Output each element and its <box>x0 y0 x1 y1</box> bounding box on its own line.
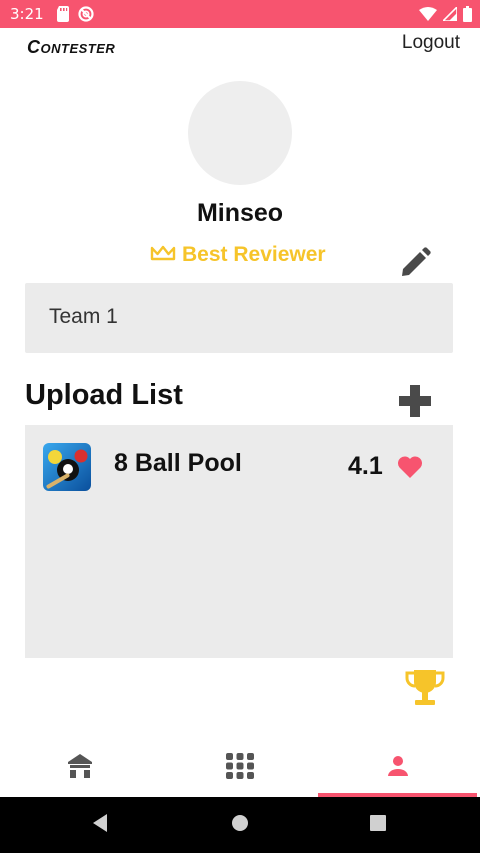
sd-card-icon <box>56 6 70 27</box>
username: Minseo <box>196 199 284 227</box>
back-icon <box>91 813 109 838</box>
system-recents-button[interactable] <box>364 811 392 839</box>
nav-profile[interactable] <box>318 740 478 797</box>
status-bar: 3:21 <box>0 0 480 28</box>
badge-row: Best Reviewer <box>0 243 480 276</box>
recents-icon <box>369 814 387 837</box>
trophy-button[interactable] <box>403 667 447 711</box>
status-time: 3:21 <box>10 5 44 23</box>
upload-list: 8 Ball Pool 4.1 <box>25 425 453 658</box>
home-icon <box>66 752 94 785</box>
team-field[interactable]: Team 1 <box>25 283 453 353</box>
plus-icon <box>397 385 433 423</box>
app-header: Contester Logout <box>0 28 480 64</box>
edit-profile-button[interactable] <box>398 246 432 280</box>
team-label: Team 1 <box>49 305 118 328</box>
grid-icon <box>225 752 255 785</box>
logout-button[interactable]: Logout <box>402 32 460 54</box>
pencil-icon <box>398 247 432 284</box>
trophy-icon <box>403 670 447 715</box>
list-item[interactable]: 8 Ball Pool 4.1 <box>25 425 453 497</box>
home-circle-icon <box>231 814 249 837</box>
do-not-disturb-icon <box>78 6 94 27</box>
game-score: 4.1 <box>348 452 383 480</box>
person-icon <box>386 755 410 782</box>
avatar[interactable] <box>188 81 292 185</box>
upload-list-title: Upload List <box>25 379 183 411</box>
nav-home[interactable] <box>0 740 160 797</box>
wifi-icon <box>419 7 437 26</box>
game-name: 8 Ball Pool <box>114 449 242 477</box>
crown-icon <box>150 244 176 267</box>
reviewer-badge: Best Reviewer <box>150 243 326 267</box>
system-home-button[interactable] <box>226 811 254 839</box>
battery-icon <box>463 6 472 27</box>
nav-grid[interactable] <box>160 740 320 797</box>
badge-label: Best Reviewer <box>182 243 326 266</box>
signal-icon <box>441 5 458 26</box>
system-nav <box>0 797 480 853</box>
game-icon <box>43 443 91 491</box>
app-logo: Contester <box>27 37 116 57</box>
add-upload-button[interactable] <box>397 383 433 419</box>
system-back-button[interactable] <box>86 811 114 839</box>
heart-icon[interactable] <box>397 455 423 479</box>
bottom-nav <box>0 740 480 797</box>
